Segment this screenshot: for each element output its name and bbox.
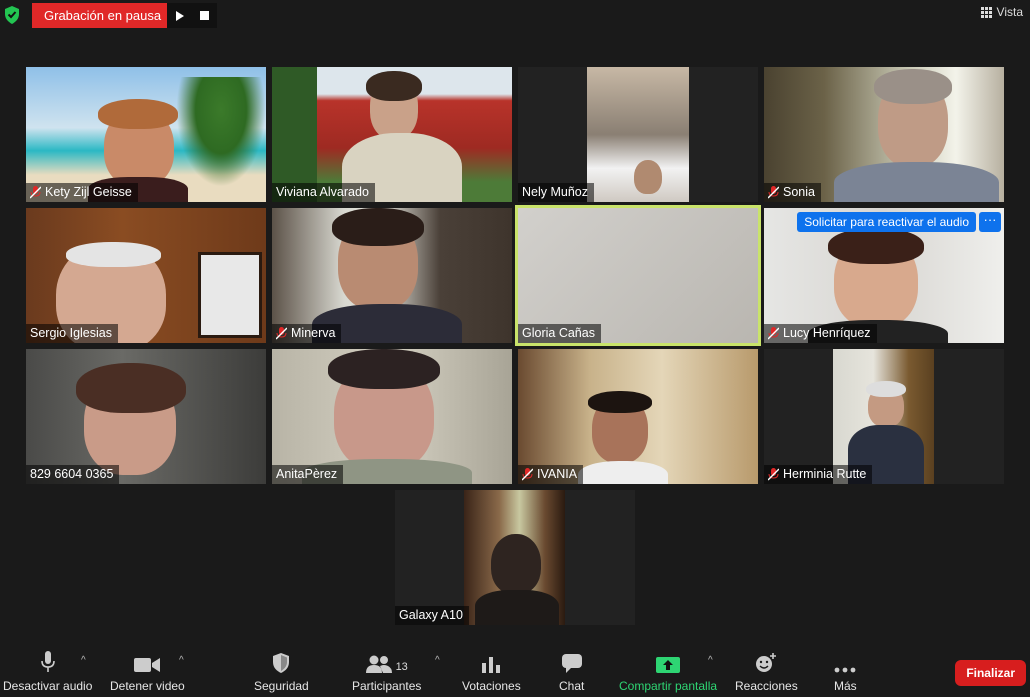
muted-mic-icon	[768, 186, 779, 199]
participants-count: 13	[395, 661, 408, 673]
more-options-button[interactable]: ···	[979, 212, 1001, 232]
emoji-plus-icon	[756, 653, 777, 672]
participant-name: Sonia	[783, 185, 815, 199]
video-label: Detener video	[110, 679, 185, 693]
participant-name-tag: Viviana Alvarado	[272, 183, 375, 202]
mute-label: Desactivar audio	[3, 679, 93, 693]
bar-chart-icon	[482, 657, 501, 673]
participant-name-tag: Gloria Cañas	[518, 324, 601, 343]
stop-recording-button[interactable]	[192, 3, 217, 28]
participant-name-tag: Herminia Rutte	[764, 465, 873, 484]
muted-mic-icon	[522, 468, 533, 481]
participant-name-tag: Sonia	[764, 183, 821, 202]
chat-bubble-icon	[561, 654, 582, 673]
video-tile[interactable]: Kety Zijl Geisse	[26, 67, 266, 202]
video-tile[interactable]: IVANIA	[518, 349, 758, 484]
participant-name: Kety Zijl Geisse	[45, 185, 132, 199]
participant-name-tag: Galaxy A10	[395, 606, 469, 625]
mute-button[interactable]: Desactivar audio	[3, 651, 92, 693]
share-screen-label: Compartir pantalla	[619, 679, 718, 693]
request-unmute-button[interactable]: Solicitar para reactivar el audio	[797, 212, 976, 232]
chat-button[interactable]: Chat	[559, 651, 584, 693]
video-tile[interactable]: Herminia Rutte	[764, 349, 1004, 484]
participant-name-tag: Nely Muñoz	[518, 183, 594, 202]
participants-icon	[365, 655, 392, 673]
share-screen-button[interactable]: Compartir pantalla	[619, 651, 717, 693]
view-label: Vista	[996, 5, 1023, 19]
participant-name: Viviana Alvarado	[276, 185, 369, 199]
more-button[interactable]: Más	[834, 651, 857, 693]
video-tile[interactable]: Galaxy A10	[395, 490, 635, 625]
participants-label: Participantes	[352, 679, 422, 693]
participant-name: Nely Muñoz	[522, 185, 588, 199]
video-tile[interactable]: AnitaPèrez	[272, 349, 512, 484]
reactions-button[interactable]: Reacciones	[735, 651, 798, 693]
video-tile-active-speaker[interactable]: Gloria Cañas	[515, 205, 761, 346]
resume-recording-button[interactable]	[167, 3, 192, 28]
video-tile[interactable]: Nely Muñoz	[518, 67, 758, 202]
video-tile[interactable]: Sonia	[764, 67, 1004, 202]
shield-check-icon[interactable]	[4, 6, 20, 24]
more-dots-icon	[834, 667, 856, 673]
security-button[interactable]: Seguridad	[254, 651, 309, 693]
recording-status: Grabación en pausa	[32, 3, 167, 28]
participant-name: Herminia Rutte	[783, 467, 867, 481]
participant-name: Sergio Iglesias	[30, 326, 112, 340]
participant-name-tag: Minerva	[272, 324, 342, 343]
participant-name-tag: Sergio Iglesias	[26, 324, 118, 343]
participant-name: Galaxy A10	[399, 608, 463, 622]
participant-name: IVANIA	[537, 467, 578, 481]
video-tile[interactable]: Sergio Iglesias	[26, 208, 266, 343]
reactions-label: Reacciones	[735, 679, 798, 693]
camera-icon	[134, 658, 161, 672]
muted-mic-icon	[768, 327, 779, 340]
muted-mic-icon	[30, 186, 41, 199]
more-label: Más	[834, 679, 857, 693]
video-button[interactable]: Detener video	[110, 651, 185, 693]
participant-name-tag: AnitaPèrez	[272, 465, 344, 484]
shield-icon	[273, 653, 290, 673]
security-label: Seguridad	[254, 679, 309, 693]
play-icon	[175, 10, 184, 21]
video-tile[interactable]: Viviana Alvarado	[272, 67, 512, 202]
stop-icon	[200, 11, 209, 20]
grid-icon	[980, 6, 992, 18]
polls-label: Votaciones	[462, 679, 521, 693]
participant-name-tag: Kety Zijl Geisse	[26, 183, 138, 202]
muted-mic-icon	[768, 468, 779, 481]
video-tile[interactable]: 829 6604 0365	[26, 349, 266, 484]
participant-name: AnitaPèrez	[276, 467, 338, 481]
meeting-toolbar: Desactivar audio ^ Detener video ^ Segur…	[0, 647, 1030, 697]
end-meeting-button[interactable]: Finalizar	[955, 660, 1026, 686]
recording-banner: Grabación en pausa	[32, 3, 217, 28]
participant-name-tag: IVANIA	[518, 465, 584, 484]
muted-mic-icon	[276, 327, 287, 340]
participants-options-caret[interactable]: ^	[435, 655, 440, 666]
video-options-caret[interactable]: ^	[179, 655, 184, 666]
participant-name: Lucy Henríquez	[783, 326, 871, 340]
chat-label: Chat	[559, 679, 585, 693]
participant-name: Gloria Cañas	[522, 326, 595, 340]
participant-name: Minerva	[291, 326, 336, 340]
participant-name-tag: Lucy Henríquez	[764, 324, 877, 343]
participant-name: 829 6604 0365	[30, 467, 114, 481]
participants-button[interactable]: 13 Participantes	[352, 651, 421, 693]
video-tile[interactable]: Solicitar para reactivar el audio ··· Lu…	[764, 208, 1004, 343]
microphone-icon	[40, 651, 55, 672]
participant-name-tag: 829 6604 0365	[26, 465, 120, 484]
share-options-caret[interactable]: ^	[708, 655, 713, 666]
polls-button[interactable]: Votaciones	[462, 651, 521, 693]
share-screen-icon	[656, 657, 681, 673]
view-button[interactable]: Vista	[980, 5, 1023, 19]
video-tile[interactable]: Minerva	[272, 208, 512, 343]
audio-options-caret[interactable]: ^	[81, 655, 86, 666]
